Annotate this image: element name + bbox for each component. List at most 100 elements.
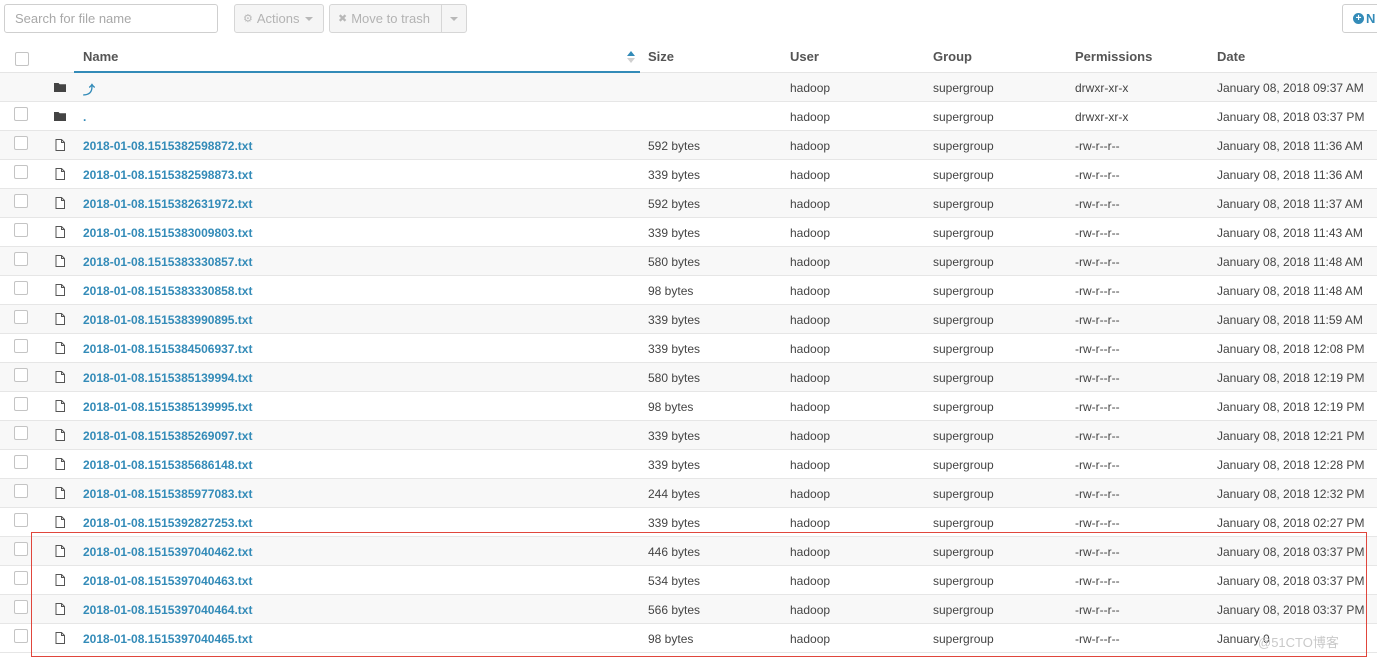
file-name-link[interactable]: 2018-01-08.1515383330858.txt — [83, 284, 252, 298]
file-name-link[interactable]: 2018-01-08.1515383330857.txt — [83, 255, 252, 269]
row-checkbox[interactable] — [14, 600, 28, 614]
row-checkbox[interactable] — [14, 513, 28, 527]
file-icon — [54, 197, 66, 209]
file-date: January 08, 2018 12:32 PM — [1217, 487, 1365, 501]
file-group: supergroup — [933, 168, 994, 182]
move-to-trash-button[interactable]: ✖ Move to trash — [329, 4, 442, 33]
table-row[interactable]: 2018-01-08.1515383330857.txt 580 bytes had… — [0, 247, 1377, 276]
row-checkbox[interactable] — [14, 455, 28, 469]
file-name-link[interactable]: 2018-01-08.1515385139995.txt — [83, 400, 252, 414]
file-group: supergroup — [933, 458, 994, 472]
toolbar: ⚙ Actions ✖ Move to trash + N — [0, 0, 1377, 40]
file-name-link[interactable]: 2018-01-08.1515397040463.txt — [83, 574, 252, 588]
table-row[interactable]: 2018-01-08.1515382598873.txt 339 bytes had… — [0, 160, 1377, 189]
file-name-link[interactable]: 2018-01-08.1515382598872.txt — [83, 139, 252, 153]
row-checkbox[interactable] — [14, 629, 28, 643]
file-name-link[interactable]: 2018-01-08.1515397040465.txt — [83, 632, 252, 646]
row-checkbox[interactable] — [14, 484, 28, 498]
column-header-date[interactable]: Date — [1217, 49, 1245, 64]
table-row[interactable]: 2018-01-08.1515382631972.txt 592 bytes had… — [0, 189, 1377, 218]
row-checkbox[interactable] — [14, 571, 28, 585]
file-permissions: drwxr-xr-x — [1075, 81, 1129, 95]
table-row[interactable]: 2018-01-08.1515385269097.txt 339 bytes had… — [0, 421, 1377, 450]
file-name-link[interactable]: 2018-01-08.1515385269097.txt — [83, 429, 252, 443]
row-checkbox[interactable] — [14, 339, 28, 353]
table-row[interactable]: 2018-01-08.1515385139994.txt 580 bytes had… — [0, 363, 1377, 392]
column-header-size[interactable]: Size — [648, 49, 674, 64]
actions-button[interactable]: ⚙ Actions — [234, 4, 324, 33]
table-row[interactable]: 2018-01-08.1515385977083.txt 244 bytes had… — [0, 479, 1377, 508]
row-checkbox[interactable] — [14, 252, 28, 266]
row-checkbox[interactable] — [14, 136, 28, 150]
row-checkbox[interactable] — [14, 542, 28, 556]
table-row[interactable]: 2018-01-08.1515382598872.txt 592 bytes had… — [0, 131, 1377, 160]
table-row[interactable]: 2018-01-08.1515385139995.txt 98 bytes hado… — [0, 392, 1377, 421]
table-row[interactable]: 2018-01-08.1515385686148.txt 339 bytes had… — [0, 450, 1377, 479]
file-name-link[interactable]: 2018-01-08.1515392827253.txt — [83, 516, 252, 530]
file-size: 339 bytes — [648, 168, 701, 182]
row-checkbox[interactable] — [14, 426, 28, 440]
file-icon — [54, 603, 66, 615]
row-checkbox[interactable] — [14, 194, 28, 208]
table-row[interactable]: 2018-01-08.1515397040462.txt 446 bytes had… — [0, 537, 1377, 566]
file-date: January 08, 2018 11:43 AM — [1217, 226, 1363, 240]
row-checkbox[interactable] — [14, 310, 28, 324]
file-name-link[interactable]: . — [83, 110, 86, 124]
row-checkbox[interactable] — [14, 281, 28, 295]
file-permissions: -rw-r--r-- — [1075, 603, 1120, 617]
file-group: supergroup — [933, 81, 994, 95]
table-row[interactable]: ⤴ hadoop supergroup drwxr-xr-x January 08, 2… — [0, 73, 1377, 102]
file-name-link[interactable]: ⤴ — [83, 81, 95, 98]
file-user: hadoop — [790, 429, 831, 443]
table-row[interactable]: 2018-01-08.1515383330858.txt 98 bytes hado… — [0, 276, 1377, 305]
file-name-link[interactable]: 2018-01-08.1515385686148.txt — [83, 458, 252, 472]
sort-icon[interactable] — [627, 51, 636, 63]
row-checkbox[interactable] — [14, 368, 28, 382]
table-row[interactable]: 2018-01-08.1515384506937.txt 339 bytes had… — [0, 334, 1377, 363]
table-row[interactable]: 2018-01-08.1515397040463.txt 534 bytes had… — [0, 566, 1377, 595]
file-date: January 08, 2018 03:37 PM — [1217, 110, 1365, 124]
table-row[interactable]: 2018-01-08.1515392827253.txt 339 bytes had… — [0, 508, 1377, 537]
file-permissions: drwxr-xr-x — [1075, 110, 1129, 124]
file-icon — [54, 139, 66, 151]
file-name-link[interactable]: 2018-01-08.1515382598873.txt — [83, 168, 252, 182]
file-size: 592 bytes — [648, 197, 701, 211]
file-icon — [54, 545, 66, 557]
file-size: 580 bytes — [648, 255, 701, 269]
row-checkbox[interactable] — [14, 165, 28, 179]
column-header-group[interactable]: Group — [933, 49, 972, 64]
table-row[interactable]: 2018-01-08.1515383990895.txt 339 bytes had… — [0, 305, 1377, 334]
row-checkbox[interactable] — [14, 223, 28, 237]
table-row[interactable]: 2018-01-08.1515397040465.txt 98 bytes hado… — [0, 624, 1377, 653]
file-name-link[interactable]: 2018-01-08.1515382631972.txt — [83, 197, 252, 211]
file-name-link[interactable]: 2018-01-08.1515385977083.txt — [83, 487, 252, 501]
file-name-link[interactable]: 2018-01-08.1515383009803.txt — [83, 226, 252, 240]
table-row[interactable]: . hadoop supergroup drwxr-xr-x January 08, 2… — [0, 102, 1377, 131]
file-size: 339 bytes — [648, 342, 701, 356]
trash-dropdown-toggle[interactable] — [441, 4, 467, 33]
file-size: 98 bytes — [648, 400, 694, 414]
file-name-link[interactable]: 2018-01-08.1515383990895.txt — [83, 313, 252, 327]
file-user: hadoop — [790, 458, 831, 472]
file-group: supergroup — [933, 516, 994, 530]
caret-down-icon — [450, 16, 458, 21]
new-button[interactable]: + N — [1342, 4, 1377, 33]
table-row[interactable]: 2018-01-08.1515383009803.txt 339 bytes had… — [0, 218, 1377, 247]
select-all-checkbox[interactable] — [15, 52, 29, 66]
file-name-link[interactable]: 2018-01-08.1515397040462.txt — [83, 545, 252, 559]
file-date: January 08, 2018 03:37 PM — [1217, 545, 1365, 559]
column-header-user[interactable]: User — [790, 49, 819, 64]
column-header-permissions[interactable]: Permissions — [1075, 49, 1152, 64]
file-name-link[interactable]: 2018-01-08.1515384506937.txt — [83, 342, 252, 356]
caret-down-icon — [304, 16, 313, 21]
file-name-link[interactable]: 2018-01-08.1515397040464.txt — [83, 603, 252, 617]
table-row[interactable]: 2018-01-08.1515397040464.txt 566 bytes had… — [0, 595, 1377, 624]
column-header-name[interactable]: Name — [83, 49, 118, 64]
row-checkbox[interactable] — [14, 397, 28, 411]
file-name-link[interactable]: 2018-01-08.1515385139994.txt — [83, 371, 252, 385]
search-input[interactable] — [4, 4, 218, 33]
watermark: @51CTO博客 — [1258, 635, 1339, 650]
file-user: hadoop — [790, 400, 831, 414]
file-icon — [54, 168, 66, 180]
row-checkbox[interactable] — [14, 107, 28, 121]
